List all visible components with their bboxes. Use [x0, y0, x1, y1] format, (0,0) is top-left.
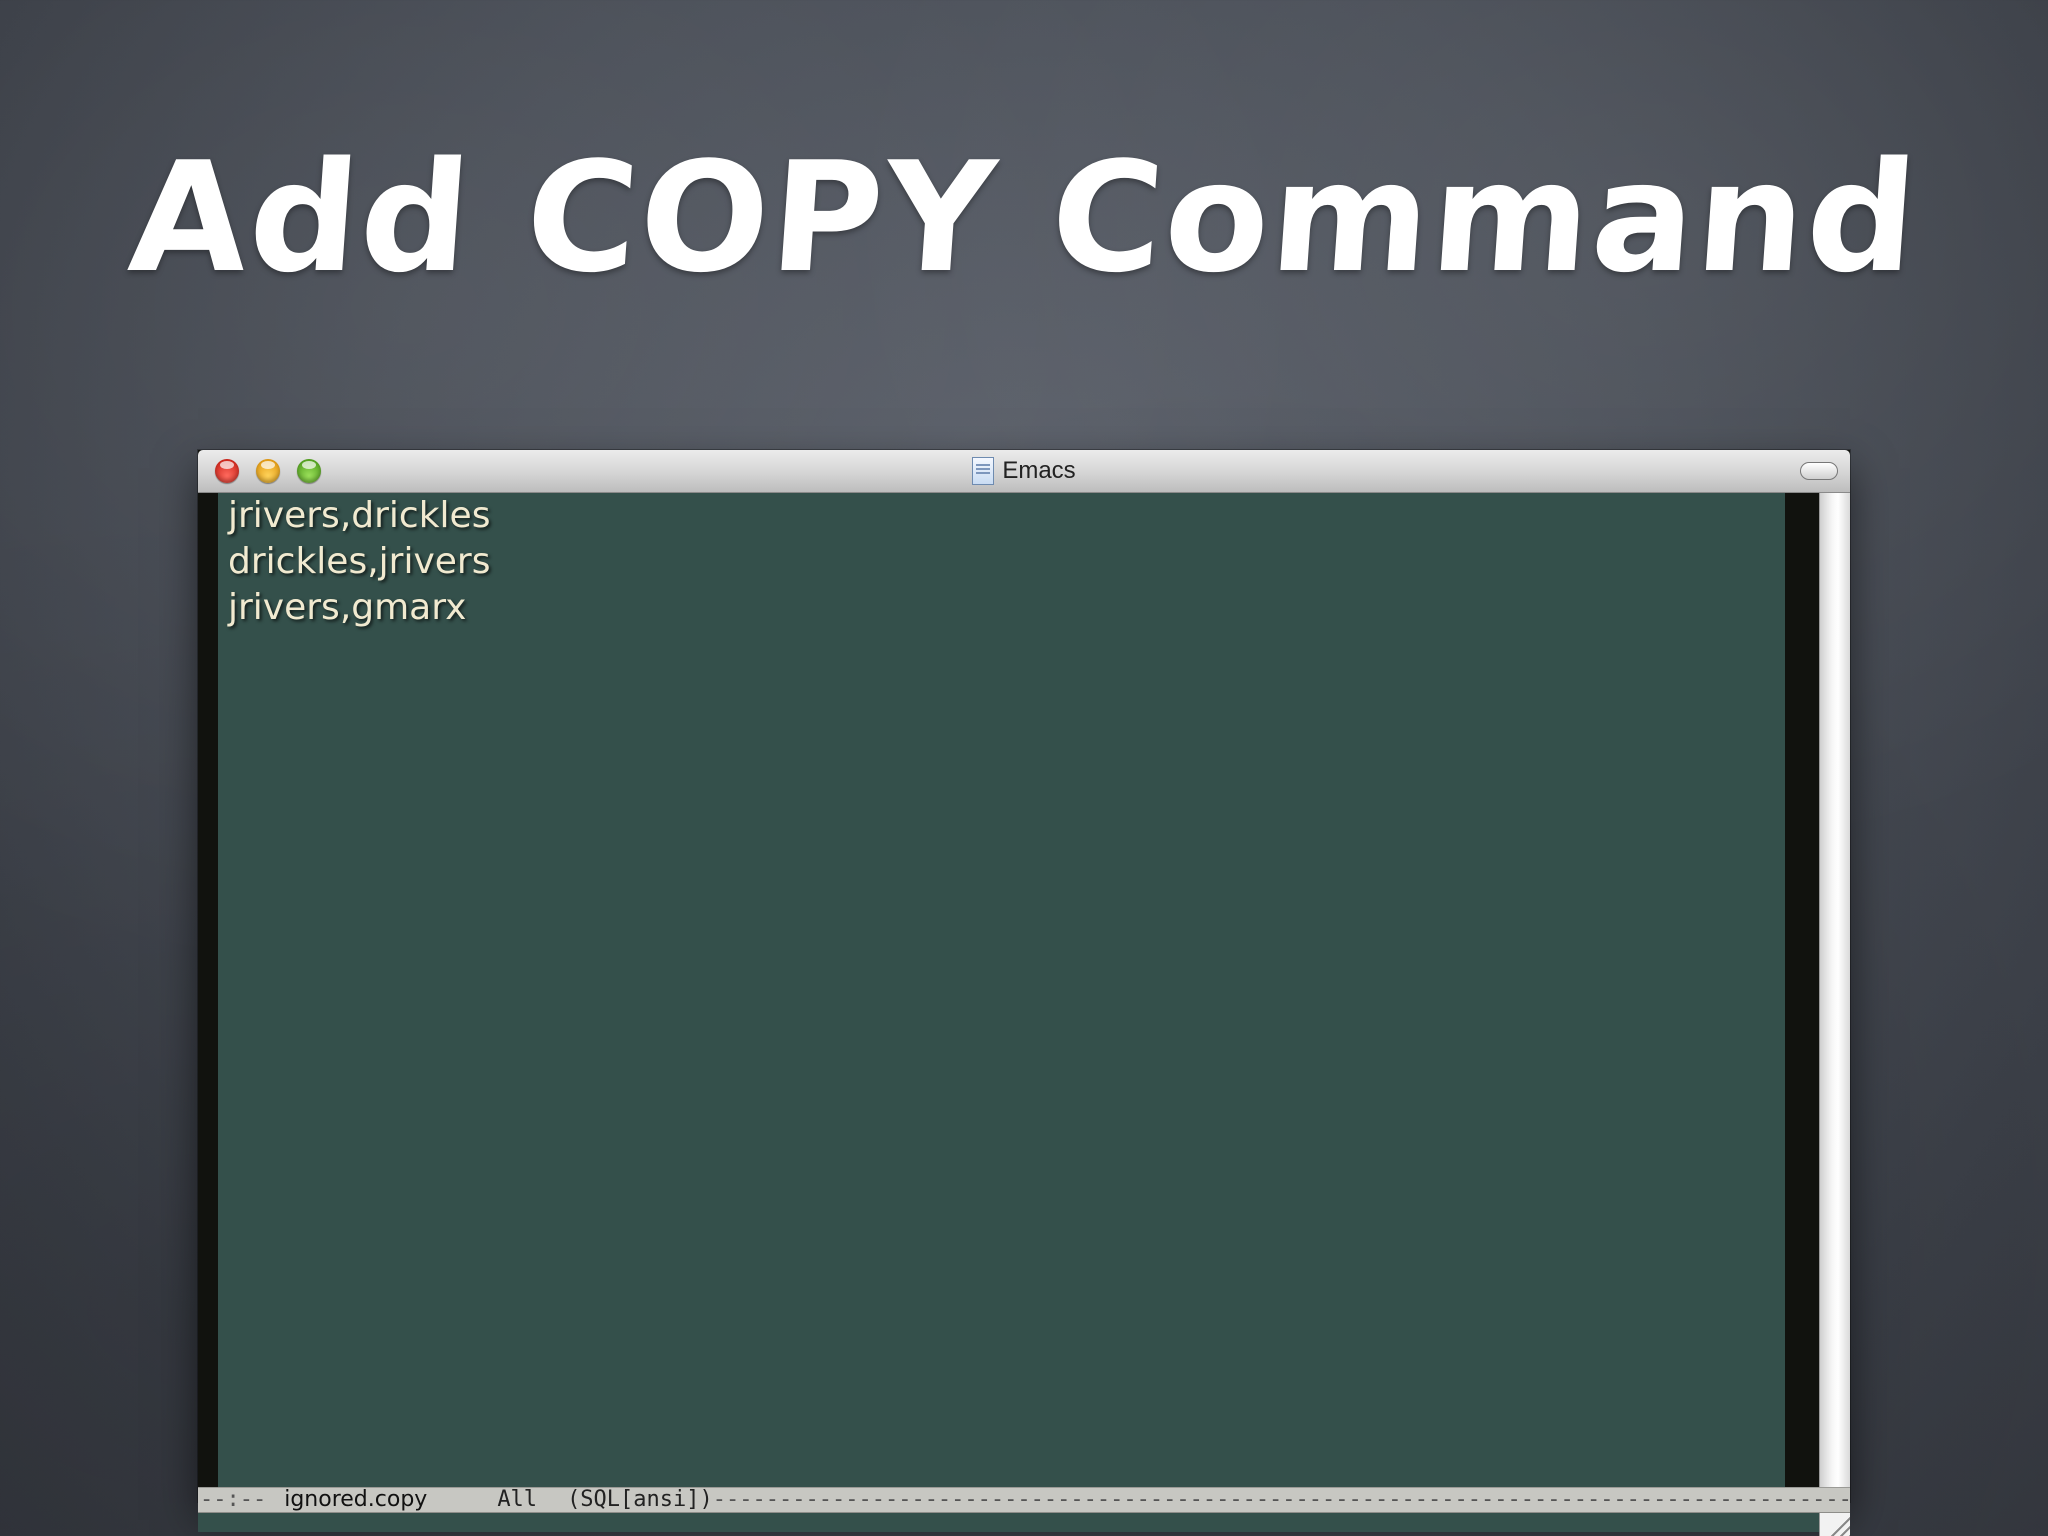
buffer-lines: jrivers,drickles drickles,jrivers jriver…	[228, 493, 490, 631]
modeline-fill: ----------------------------------------…	[712, 1487, 1850, 1512]
buffer-line: drickles,jrivers	[228, 541, 491, 582]
right-fringe	[1785, 493, 1819, 1487]
window-titlebar[interactable]: Emacs	[198, 450, 1850, 493]
resize-grip-icon[interactable]	[1819, 1513, 1850, 1536]
modeline-buffer-name: ignored.copy	[284, 1487, 428, 1512]
buffer-line: jrivers,drickles	[228, 495, 491, 536]
emacs-window: Emacs jrivers,drickles drickles,jrivers …	[198, 450, 1850, 1536]
editor-buffer[interactable]: jrivers,drickles drickles,jrivers jriver…	[218, 493, 1785, 1487]
modeline-status: --:--	[200, 1487, 267, 1512]
document-icon	[972, 457, 995, 485]
minibuffer[interactable]	[198, 1513, 1819, 1532]
left-fringe	[198, 493, 218, 1487]
mode-line: --:-- ignored.copy All (SQL[ansi])---------…	[198, 1487, 1850, 1513]
slide-title: Add COPY Command	[124, 129, 1925, 306]
modeline-major-mode: (SQL[ansi])	[567, 1487, 713, 1512]
window-title-group: Emacs	[198, 450, 1850, 492]
modeline-position: All	[497, 1487, 538, 1512]
toolbar-toggle-button[interactable]	[1800, 462, 1838, 480]
window-title: Emacs	[1002, 457, 1076, 484]
buffer-line: jrivers,gmarx	[228, 587, 467, 628]
vertical-scrollbar[interactable]	[1819, 493, 1850, 1487]
